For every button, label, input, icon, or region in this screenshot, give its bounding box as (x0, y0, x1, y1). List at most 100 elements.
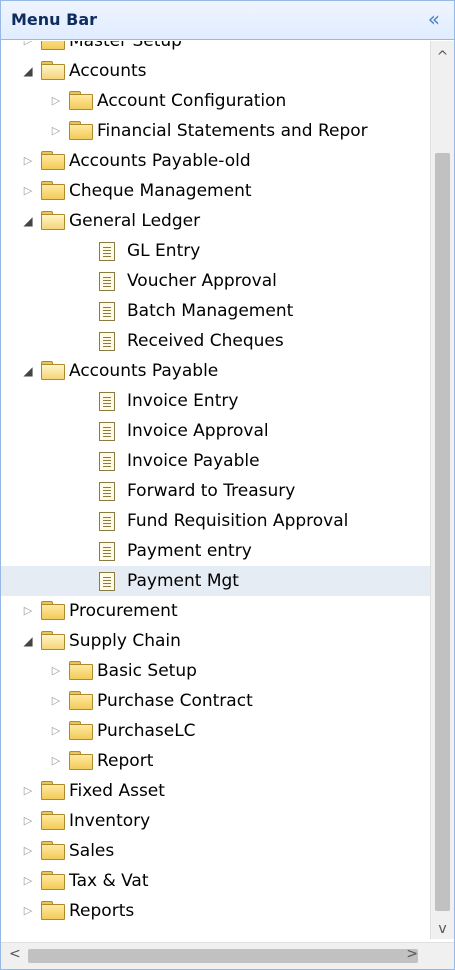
folder-icon (69, 691, 93, 710)
tree-item-general-ledger[interactable]: ◢ General Ledger (1, 206, 431, 236)
folder-icon (69, 91, 93, 110)
tree-item-cheque-management[interactable]: ▷ Cheque Management (1, 176, 431, 206)
tree-item-label: Master Setup (69, 41, 182, 51)
folder-icon (69, 721, 93, 740)
scroll-right-icon[interactable]: > (406, 946, 418, 962)
folder-open-icon (41, 211, 65, 230)
collapsed-arrow-icon[interactable]: ▷ (21, 596, 35, 626)
tree-item-voucher-approval[interactable]: Voucher Approval (1, 266, 431, 296)
tree-item-label: GL Entry (127, 241, 201, 261)
folder-icon (41, 811, 65, 830)
vertical-scroll-thumb[interactable] (435, 153, 450, 911)
document-icon (99, 482, 115, 501)
tree-item-label: Accounts Payable (69, 361, 219, 381)
scroll-left-icon[interactable]: < (9, 946, 21, 962)
scroll-up-icon[interactable]: ^ (431, 49, 454, 65)
folder-icon (41, 871, 65, 890)
tree-item-label: Sales (69, 841, 115, 861)
tree-item-label: Tax & Vat (69, 871, 149, 891)
scroll-down-icon[interactable]: v (431, 921, 454, 937)
tree-item-procurement[interactable]: ▷ Procurement (1, 596, 431, 626)
tree-item-purchaselc[interactable]: ▷ PurchaseLC (1, 716, 431, 746)
expanded-arrow-icon[interactable]: ◢ (21, 356, 35, 386)
expanded-arrow-icon[interactable]: ◢ (21, 626, 35, 656)
tree-item-payment-entry[interactable]: Payment entry (1, 536, 431, 566)
horizontal-scrollbar[interactable]: < > (1, 942, 454, 969)
tree-item-tax-vat[interactable]: ▷ Tax & Vat (1, 866, 431, 896)
folder-icon (41, 841, 65, 860)
tree-item-gl-entry[interactable]: GL Entry (1, 236, 431, 266)
document-icon (99, 302, 115, 321)
expanded-arrow-icon[interactable]: ◢ (21, 206, 35, 236)
tree-item-invoice-approval[interactable]: Invoice Approval (1, 416, 431, 446)
tree-item-label: Invoice Entry (127, 391, 239, 411)
collapsed-arrow-icon[interactable]: ▷ (49, 746, 63, 776)
tree-item-label: Fund Requisition Approval (127, 511, 349, 531)
tree-item-label: Cheque Management (69, 181, 252, 201)
menu-tree-list: ▷ Master Setup ◢ Accounts ▷ Account Configura… (1, 41, 431, 926)
tree-item-forward-to-treasury[interactable]: Forward to Treasury (1, 476, 431, 506)
tree-item-label: Purchase Contract (97, 691, 253, 711)
tree-item-report[interactable]: ▷ Report (1, 746, 431, 776)
collapsed-arrow-icon[interactable]: ▷ (21, 41, 35, 56)
tree-item-label: Fixed Asset (69, 781, 165, 801)
tree-item-label: Forward to Treasury (127, 481, 296, 501)
tree-item-invoice-payable[interactable]: Invoice Payable (1, 446, 431, 476)
tree-item-label: Batch Management (127, 301, 294, 321)
tree-item-received-cheques[interactable]: Received Cheques (1, 326, 431, 356)
menu-header: Menu Bar « (1, 1, 454, 40)
tree-item-basic-setup[interactable]: ▷ Basic Setup (1, 656, 431, 686)
vertical-scrollbar[interactable]: ^ v (430, 41, 454, 939)
tree-item-batch-management[interactable]: Batch Management (1, 296, 431, 326)
tree-item-accounts-payable-old[interactable]: ▷ Accounts Payable-old (1, 146, 431, 176)
folder-open-icon (41, 631, 65, 650)
collapsed-arrow-icon[interactable]: ▷ (49, 686, 63, 716)
tree-item-payment-mgt[interactable]: Payment Mgt (1, 566, 431, 596)
collapsed-arrow-icon[interactable]: ▷ (49, 656, 63, 686)
collapsed-arrow-icon[interactable]: ▷ (49, 716, 63, 746)
tree-item-inventory[interactable]: ▷ Inventory (1, 806, 431, 836)
collapsed-arrow-icon[interactable]: ▷ (21, 146, 35, 176)
collapsed-arrow-icon[interactable]: ▷ (49, 86, 63, 116)
tree-item-invoice-entry[interactable]: Invoice Entry (1, 386, 431, 416)
tree-item-accounts[interactable]: ◢ Accounts (1, 56, 431, 86)
tree-item-label: Received Cheques (127, 331, 284, 351)
tree-item-reports[interactable]: ▷ Reports (1, 896, 431, 926)
collapsed-arrow-icon[interactable]: ▷ (21, 806, 35, 836)
tree-item-label: Payment entry (127, 541, 252, 561)
collapsed-arrow-icon[interactable]: ▷ (21, 176, 35, 206)
expanded-arrow-icon[interactable]: ◢ (21, 56, 35, 86)
tree-item-label: Voucher Approval (127, 271, 277, 291)
tree-item-fixed-asset[interactable]: ▷ Fixed Asset (1, 776, 431, 806)
tree-item-purchase-contract[interactable]: ▷ Purchase Contract (1, 686, 431, 716)
collapsed-arrow-icon[interactable]: ▷ (21, 896, 35, 926)
collapsed-arrow-icon[interactable]: ▷ (21, 836, 35, 866)
tree-item-label: Financial Statements and Repor (97, 121, 368, 141)
collapsed-arrow-icon[interactable]: ▷ (21, 776, 35, 806)
folder-icon (41, 151, 65, 170)
collapse-panel-icon[interactable]: « (428, 7, 440, 31)
menu-panel: Menu Bar « ▷ Master Setup ◢ Accounts ▷ Accoun… (0, 0, 455, 970)
document-icon (99, 512, 115, 531)
tree-item-label: Procurement (69, 601, 178, 621)
tree-item-supply-chain[interactable]: ◢ Supply Chain (1, 626, 431, 656)
tree-item-financial-statements-and-repor[interactable]: ▷ Financial Statements and Repor (1, 116, 431, 146)
collapsed-arrow-icon[interactable]: ▷ (49, 116, 63, 146)
tree-item-master-setup[interactable]: ▷ Master Setup (1, 41, 431, 56)
tree-item-label: Invoice Approval (127, 421, 269, 441)
tree-item-account-configuration[interactable]: ▷ Account Configuration (1, 86, 431, 116)
document-icon (99, 452, 115, 471)
folder-icon (41, 41, 65, 50)
tree-item-label: Supply Chain (69, 631, 181, 651)
tree-item-fund-requisition-approval[interactable]: Fund Requisition Approval (1, 506, 431, 536)
collapsed-arrow-icon[interactable]: ▷ (21, 866, 35, 896)
document-icon (99, 392, 115, 411)
folder-open-icon (41, 61, 65, 80)
tree-item-sales[interactable]: ▷ Sales (1, 836, 431, 866)
document-icon (99, 572, 115, 591)
horizontal-scroll-thumb[interactable] (28, 949, 418, 963)
tree-item-label: Reports (69, 901, 135, 921)
tree-item-accounts-payable[interactable]: ◢ Accounts Payable (1, 356, 431, 386)
folder-icon (41, 781, 65, 800)
document-icon (99, 272, 115, 291)
